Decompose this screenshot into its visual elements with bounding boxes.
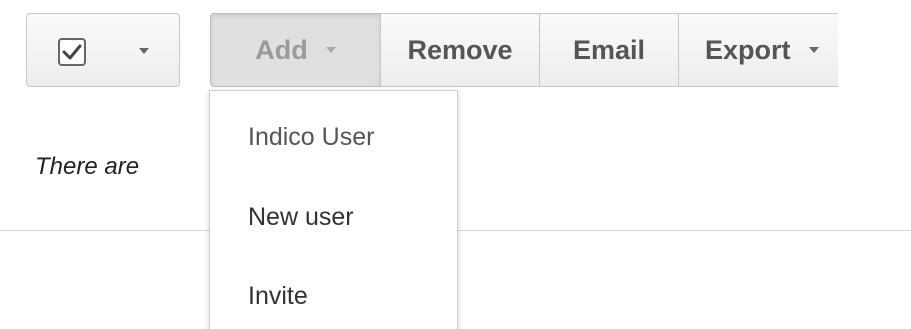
remove-button-label: Remove [407, 34, 513, 65]
add-button-label: Add [255, 34, 308, 65]
menu-item-indico-user[interactable]: Indico User [248, 123, 374, 152]
add-dropdown-menu: Indico User New user Invite [209, 90, 458, 329]
chevron-down-icon [808, 47, 819, 53]
checkbox-checked-icon [58, 38, 86, 66]
chevron-down-icon [325, 47, 336, 53]
menu-item-invite[interactable]: Invite [248, 282, 308, 311]
select-all-dropdown-button[interactable] [26, 13, 180, 87]
add-button[interactable]: Add [210, 13, 381, 87]
participants-toolbar: Add Remove Email Export [210, 13, 838, 87]
empty-list-message-left: There are [35, 153, 140, 180]
remove-button[interactable]: Remove [380, 13, 540, 87]
email-button[interactable]: Email [539, 13, 679, 87]
email-button-label: Email [572, 34, 646, 65]
export-button-label: Export [705, 34, 791, 65]
menu-item-new-user[interactable]: New user [248, 203, 354, 232]
export-button[interactable]: Export [678, 13, 838, 87]
chevron-down-icon [139, 48, 149, 54]
participants-list-page: Add Remove Email Export There areet Indi… [0, 0, 911, 329]
